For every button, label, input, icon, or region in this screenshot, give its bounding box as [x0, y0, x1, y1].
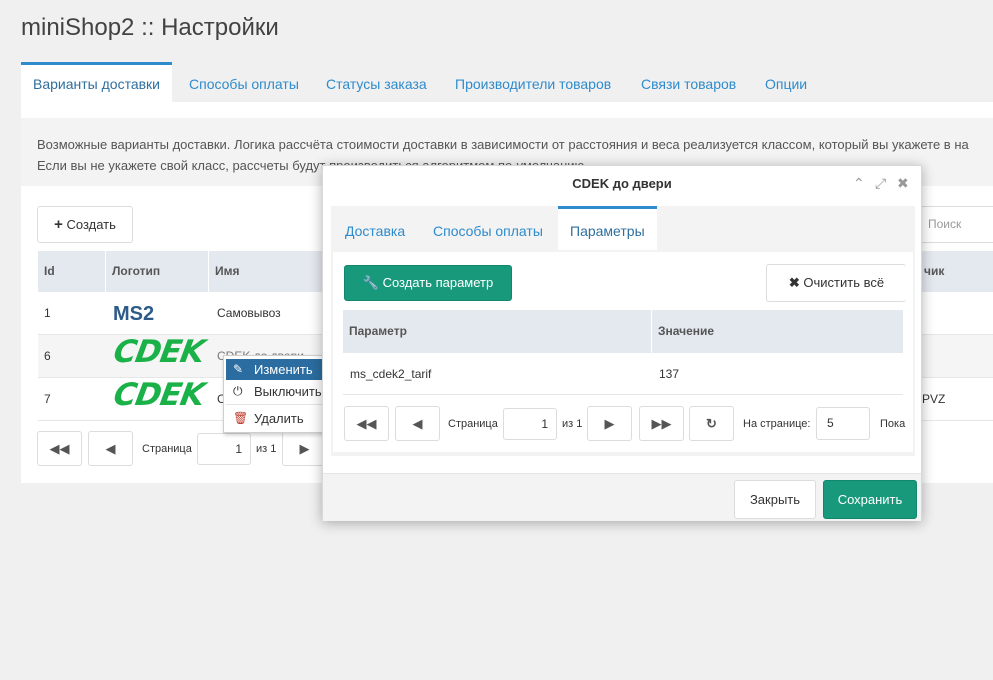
- tab-payment[interactable]: Способы оплаты: [189, 62, 299, 102]
- tab-statuses[interactable]: Статусы заказа: [326, 62, 427, 102]
- column-param[interactable]: Параметр: [349, 324, 407, 338]
- tab-vendors[interactable]: Производители товаров: [455, 62, 611, 102]
- prev-page-icon: ◀: [105, 441, 116, 456]
- next-page-icon: ▶: [604, 416, 615, 431]
- plus-icon: +: [54, 216, 63, 233]
- row-id: 1: [44, 306, 51, 320]
- page-input[interactable]: 1: [503, 408, 557, 440]
- prev-page-icon: ◀: [412, 416, 423, 431]
- modal-tab-payment[interactable]: Способы оплаты: [433, 206, 543, 250]
- column-logo[interactable]: Логотип: [112, 264, 160, 278]
- tab-options[interactable]: Опции: [765, 62, 807, 102]
- modal-tab-delivery[interactable]: Доставка: [345, 206, 405, 250]
- table-row[interactable]: ms_cdek2_tarif 137: [343, 353, 903, 395]
- refresh-button[interactable]: ↻: [689, 406, 734, 441]
- row-extra: PVZ: [922, 392, 946, 406]
- ms2-logo-text: MS2: [113, 303, 155, 325]
- per-page-input[interactable]: 5: [816, 407, 870, 440]
- window-footer: Закрыть Сохранить: [323, 473, 921, 521]
- window-body: Доставка Способы оплаты Параметры 🔧 Созд…: [331, 206, 915, 456]
- close-button[interactable]: Закрыть: [734, 480, 816, 519]
- page-of-label: из 1: [562, 418, 583, 430]
- menu-item-delete-label: Удалить: [254, 411, 304, 426]
- delivery-edit-window: CDEK до двери ⌃ ⤢ ✖ Доставка Способы опл…: [322, 165, 922, 521]
- edit-icon: ✎: [233, 362, 244, 376]
- window-title: CDEK до двери: [572, 176, 672, 191]
- clear-all-button[interactable]: ✖ Очистить всё: [766, 264, 906, 302]
- cdek-logo: CDEK: [110, 377, 207, 413]
- next-page-button[interactable]: ▶: [587, 406, 632, 441]
- next-page-icon: ▶: [299, 441, 310, 456]
- last-page-button[interactable]: ▶▶: [639, 406, 684, 441]
- trash-icon: 🗑: [233, 411, 249, 425]
- column-name[interactable]: Имя: [215, 264, 240, 278]
- search-input[interactable]: Поиск: [918, 206, 993, 243]
- search-placeholder: Поиск: [928, 217, 962, 231]
- modal-tab-params[interactable]: Параметры: [558, 206, 657, 250]
- page-input[interactable]: 1: [197, 433, 251, 465]
- wrench-icon: 🔧: [362, 275, 379, 290]
- row-name: Самовывоз: [217, 306, 281, 320]
- clear-icon: ✖: [788, 275, 800, 290]
- first-page-button[interactable]: ◀◀: [37, 431, 82, 466]
- first-page-icon: ◀◀: [356, 416, 377, 431]
- page-label: Страница: [448, 418, 498, 430]
- param-value: 137: [659, 367, 680, 381]
- settings-tabs: Варианты доставки Способы оплаты Статусы…: [21, 62, 993, 102]
- first-page-icon: ◀◀: [49, 441, 70, 456]
- tab-links[interactable]: Связи товаров: [641, 62, 736, 102]
- create-param-label: Создать параметр: [382, 275, 494, 290]
- page-title: miniShop2 :: Настройки: [21, 14, 279, 41]
- column-value[interactable]: Значение: [658, 324, 714, 338]
- description-line-1: Возможные варианты доставки. Логика расс…: [37, 137, 969, 152]
- maximize-icon[interactable]: ⤢: [875, 175, 886, 192]
- power-icon: ⏻: [233, 384, 243, 398]
- menu-item-edit-label: Изменить: [254, 362, 313, 377]
- row-id: 7: [44, 392, 51, 406]
- ms2-logo: MS2: [113, 295, 168, 331]
- row-id: 6: [44, 349, 51, 363]
- collapse-icon[interactable]: ⌃: [853, 175, 865, 192]
- prev-page-button[interactable]: ◀: [395, 406, 440, 441]
- showing-label: Пока: [880, 418, 906, 430]
- column-id[interactable]: Id: [44, 264, 55, 278]
- prev-page-button[interactable]: ◀: [88, 431, 133, 466]
- column-extra[interactable]: чик: [924, 264, 944, 278]
- params-panel: 🔧 Создать параметр ✖ Очистить всё Параме…: [333, 252, 913, 452]
- params-grid-header: Параметр Значение: [343, 310, 903, 353]
- per-page-label: На странице:: [743, 418, 811, 430]
- param-name: ms_cdek2_tarif: [350, 367, 432, 381]
- save-button[interactable]: Сохранить: [823, 480, 917, 519]
- last-page-icon: ▶▶: [651, 416, 672, 431]
- clear-all-label: Очистить всё: [803, 275, 885, 290]
- cdek-logo: CDEK: [110, 334, 207, 370]
- tab-delivery[interactable]: Варианты доставки: [21, 62, 172, 102]
- create-button[interactable]: + Создать: [37, 206, 133, 243]
- next-page-button[interactable]: ▶: [282, 431, 327, 466]
- page-label: Страница: [142, 443, 192, 455]
- create-button-label: Создать: [66, 217, 116, 232]
- close-icon[interactable]: ✖: [897, 175, 909, 192]
- refresh-icon: ↻: [706, 416, 717, 431]
- page-of-label: из 1: [256, 443, 277, 455]
- first-page-button[interactable]: ◀◀: [344, 406, 389, 441]
- menu-item-disable-label: Выключить: [254, 384, 322, 399]
- create-param-button[interactable]: 🔧 Создать параметр: [344, 265, 512, 301]
